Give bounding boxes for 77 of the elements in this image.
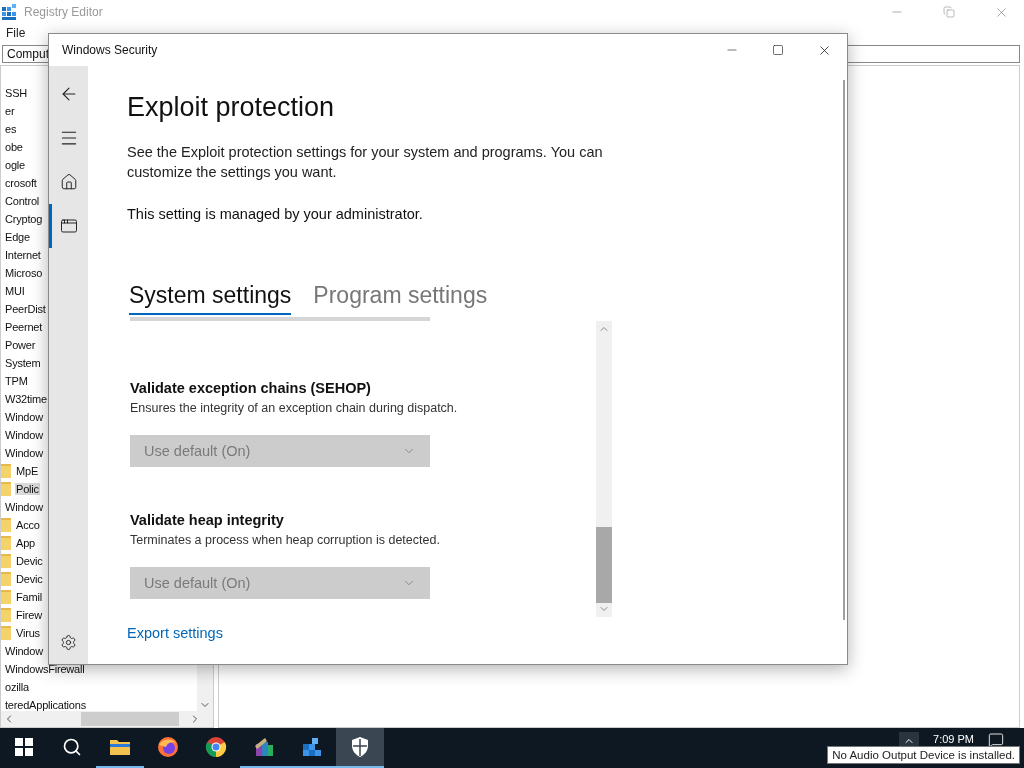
tree-item[interactable]: Edge bbox=[4, 231, 31, 243]
window-icon bbox=[59, 217, 78, 235]
tree-item[interactable]: PeerDist bbox=[4, 303, 47, 315]
setting-title: Validate exception chains (SEHOP) bbox=[130, 379, 372, 397]
page-description: See the Exploit protection settings for your system and programs. You can customize the settings you want. bbox=[127, 143, 604, 182]
tab[interactable]: Program settings bbox=[313, 282, 488, 315]
tree-item[interactable]: Window bbox=[4, 447, 44, 459]
vertical-scrollbar[interactable] bbox=[596, 321, 612, 617]
tree-item[interactable]: obe bbox=[4, 141, 24, 153]
tooltip: No Audio Output Device is installed. bbox=[827, 746, 1020, 764]
tree-item[interactable]: App bbox=[15, 537, 36, 549]
settings-icon bbox=[60, 633, 77, 651]
home-icon bbox=[59, 173, 78, 191]
tree-item[interactable]: MpE bbox=[15, 465, 40, 477]
tree-item[interactable]: Devic bbox=[15, 573, 44, 585]
folder-icon bbox=[109, 738, 131, 756]
tree-item[interactable]: Window bbox=[4, 411, 44, 423]
tree-item[interactable]: teredApplications bbox=[4, 699, 87, 711]
tree-item[interactable]: Microso bbox=[4, 267, 44, 279]
tree-item[interactable]: WindowsFirewall bbox=[4, 663, 86, 675]
folder-icon bbox=[1, 481, 11, 497]
browser-icon bbox=[157, 736, 179, 758]
tree-item[interactable]: Peernet bbox=[4, 321, 44, 333]
folder-icon bbox=[1, 535, 11, 551]
folder-icon bbox=[1, 625, 11, 641]
admin-notice: This setting is managed by your administrator. bbox=[127, 206, 424, 222]
tree-item[interactable]: Window bbox=[4, 501, 44, 513]
window-title: Registry Editor bbox=[24, 5, 103, 19]
folder-icon bbox=[1, 517, 11, 533]
setting-title: Validate heap integrity bbox=[130, 511, 285, 529]
tree-item[interactable]: crosoft bbox=[4, 177, 38, 189]
setting-description: Terminates a process when heap corruption is detected. bbox=[130, 532, 441, 548]
tree-item[interactable]: Control bbox=[4, 195, 41, 207]
tree-item[interactable]: Acco bbox=[15, 519, 41, 531]
tree-item[interactable]: er bbox=[4, 105, 16, 117]
tree-item[interactable]: SSH bbox=[4, 87, 29, 99]
tree-item[interactable]: Internet bbox=[4, 249, 42, 261]
folder-icon bbox=[1, 589, 11, 605]
folder-icon bbox=[1, 607, 11, 623]
cubes-icon bbox=[301, 736, 323, 758]
tree-item[interactable]: Window bbox=[4, 429, 44, 441]
tree-item[interactable]: Cryptog bbox=[4, 213, 44, 225]
tree-item[interactable]: Famil bbox=[15, 591, 43, 603]
tree-item[interactable]: Polic bbox=[15, 483, 40, 495]
tree-item[interactable]: System bbox=[4, 357, 42, 369]
tree-item[interactable]: TPM bbox=[4, 375, 29, 387]
clock[interactable]: 7:09 PM bbox=[933, 732, 974, 746]
tree-item[interactable]: Virus bbox=[15, 627, 41, 639]
window-title: Windows Security bbox=[62, 43, 158, 57]
search-icon bbox=[62, 737, 82, 757]
folder-icon bbox=[1, 463, 11, 479]
folder-icon bbox=[1, 571, 11, 587]
notification-icon[interactable] bbox=[988, 732, 1004, 748]
windows-logo-icon bbox=[15, 738, 33, 756]
books-icon bbox=[253, 736, 275, 758]
tree-item[interactable]: MUI bbox=[4, 285, 26, 297]
tree-item[interactable]: ogle bbox=[4, 159, 26, 171]
browser-icon bbox=[205, 736, 227, 758]
menu-item[interactable]: File bbox=[6, 26, 26, 40]
tree-item[interactable]: Devic bbox=[15, 555, 44, 567]
tree-item[interactable]: ozilla bbox=[4, 681, 30, 693]
page-heading: Exploit protection bbox=[127, 91, 336, 124]
tree-item[interactable]: es bbox=[4, 123, 18, 135]
maximize-icon bbox=[772, 44, 784, 56]
tree-item[interactable]: Power bbox=[4, 339, 37, 351]
horizontal-scrollbar[interactable] bbox=[1, 711, 213, 727]
restore-icon bbox=[943, 6, 955, 18]
export-settings-link[interactable]: Export settings bbox=[127, 625, 223, 641]
folder-icon bbox=[1, 553, 11, 569]
tree-item[interactable]: Window bbox=[4, 645, 44, 657]
shield-icon bbox=[350, 736, 370, 758]
taskbar-app[interactable] bbox=[336, 728, 384, 768]
registry-icon bbox=[2, 4, 18, 20]
tab[interactable]: System settings bbox=[129, 282, 292, 315]
tree-item[interactable]: Firew bbox=[15, 609, 43, 621]
tree-item[interactable]: W32time bbox=[4, 393, 48, 405]
setting-description: Ensures the integrity of an exception chain during dispatch. bbox=[130, 400, 459, 416]
